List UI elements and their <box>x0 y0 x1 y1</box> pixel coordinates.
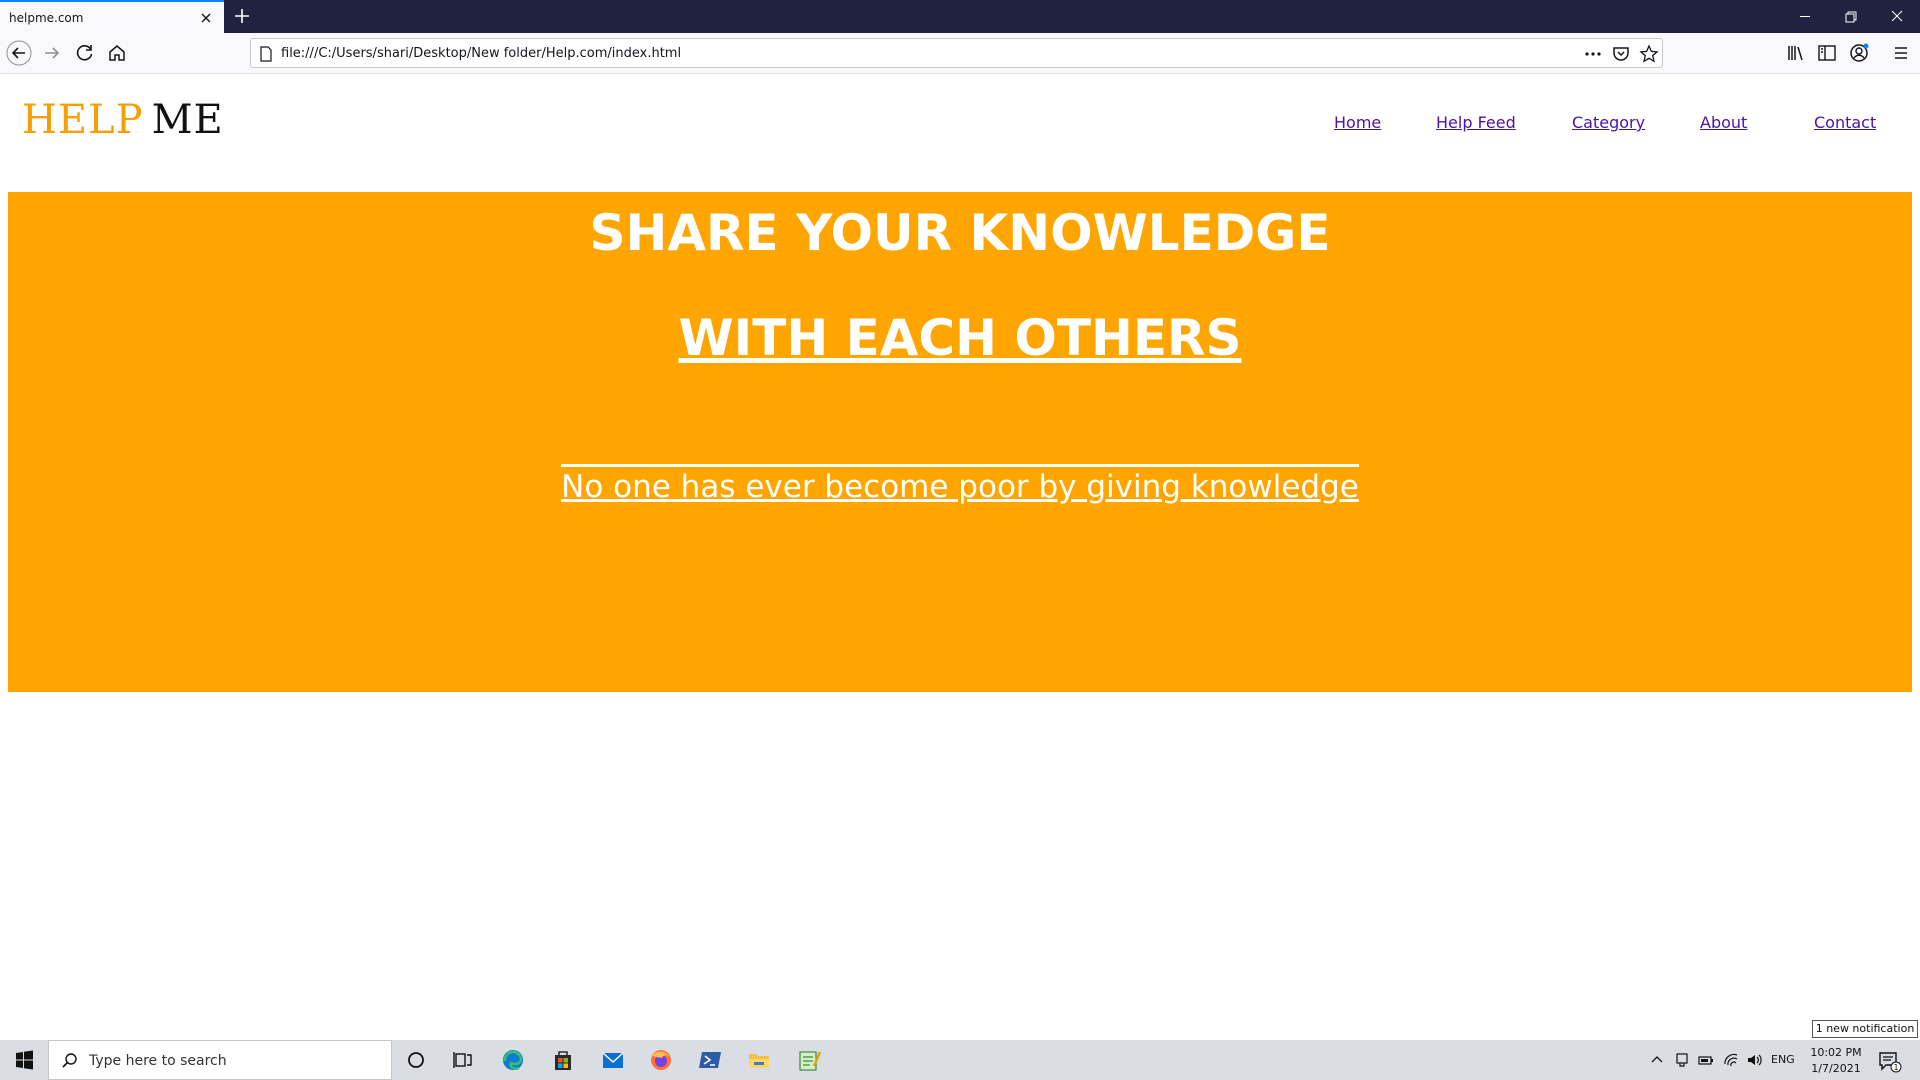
home-icon[interactable] <box>104 40 130 66</box>
tab-title: helpme.com <box>9 11 84 25</box>
taskbar: Type here to search ENG 10:02 PM 1/7/202… <box>0 1040 1920 1080</box>
forward-icon[interactable] <box>39 40 65 66</box>
star-icon[interactable] <box>1639 44 1659 64</box>
windows-start-icon[interactable] <box>0 1040 48 1080</box>
hero-banner: SHARE YOUR KNOWLEDGE WITH EACH OTHERS No… <box>8 192 1912 692</box>
minimize-icon[interactable] <box>1782 0 1828 33</box>
search-placeholder: Type here to search <box>89 1053 227 1069</box>
more-icon[interactable] <box>1583 44 1603 64</box>
nav-link-about[interactable]: About <box>1700 113 1747 132</box>
plus-icon[interactable] <box>232 6 252 26</box>
library-icon[interactable] <box>1783 40 1809 66</box>
action-center-icon[interactable]: 1 <box>1876 1048 1902 1074</box>
mail-icon[interactable] <box>590 1040 636 1080</box>
chevron-up-icon[interactable] <box>1648 1051 1666 1069</box>
close-icon[interactable] <box>199 11 213 25</box>
nav-link-help-feed[interactable]: Help Feed <box>1436 113 1516 132</box>
hero-subtitle: WITH EACH OTHERS <box>678 309 1242 367</box>
logo-me-text: ME <box>151 97 224 143</box>
reload-icon[interactable] <box>72 40 98 66</box>
web-page: HELP ME Home Help Feed Category About Con… <box>0 75 1920 1040</box>
nav-link-home[interactable]: Home <box>1334 113 1381 132</box>
back-icon[interactable] <box>6 40 32 66</box>
cortana-icon[interactable] <box>393 1040 439 1080</box>
clock-time: 10:02 PM <box>1810 1046 1862 1059</box>
site-logo[interactable]: HELP ME <box>22 97 224 143</box>
input-language[interactable]: ENG <box>1771 1053 1795 1066</box>
powershell-icon[interactable] <box>687 1040 733 1080</box>
wifi-icon[interactable] <box>1722 1051 1740 1069</box>
battery-icon[interactable] <box>1697 1051 1715 1069</box>
volume-icon[interactable] <box>1746 1051 1764 1069</box>
store-icon[interactable] <box>540 1040 586 1080</box>
account-icon[interactable] <box>1846 40 1872 66</box>
svg-text:1: 1 <box>1893 1063 1898 1072</box>
search-icon <box>62 1053 77 1068</box>
device-icon[interactable] <box>1673 1051 1691 1069</box>
task-view-icon[interactable] <box>440 1040 486 1080</box>
nav-link-category[interactable]: Category <box>1572 113 1645 132</box>
sidebar-icon[interactable] <box>1814 40 1840 66</box>
browser-tab-bar: helpme.com <box>0 0 1920 33</box>
firefox-icon[interactable] <box>638 1040 684 1080</box>
page-icon <box>260 46 272 62</box>
notepad-icon[interactable] <box>786 1040 832 1080</box>
taskbar-clock[interactable]: 10:02 PM 1/7/2021 <box>1806 1045 1866 1077</box>
edge-icon[interactable] <box>490 1040 536 1080</box>
browser-tab[interactable]: helpme.com <box>0 0 224 33</box>
nav-link-contact[interactable]: Contact <box>1814 113 1876 132</box>
url-text[interactable]: file:///C:/Users/shari/Desktop/New folde… <box>281 46 681 61</box>
notification-toast[interactable]: 1 new notification <box>1812 1020 1918 1038</box>
menu-icon[interactable] <box>1888 40 1914 66</box>
browser-toolbar: file:///C:/Users/shari/Desktop/New folde… <box>0 33 1920 74</box>
hero-quote: No one has ever become poor by giving kn… <box>561 464 1359 505</box>
pocket-icon[interactable] <box>1611 44 1631 64</box>
file-explorer-icon[interactable] <box>736 1040 782 1080</box>
clock-date: 1/7/2021 <box>1811 1062 1861 1075</box>
taskbar-search[interactable]: Type here to search <box>48 1040 392 1080</box>
address-bar[interactable]: file:///C:/Users/shari/Desktop/New folde… <box>250 38 1663 68</box>
window-close-icon[interactable] <box>1874 0 1920 33</box>
logo-help-text: HELP <box>22 97 144 143</box>
restore-icon[interactable] <box>1828 0 1874 33</box>
hero-title: SHARE YOUR KNOWLEDGE <box>589 204 1331 262</box>
